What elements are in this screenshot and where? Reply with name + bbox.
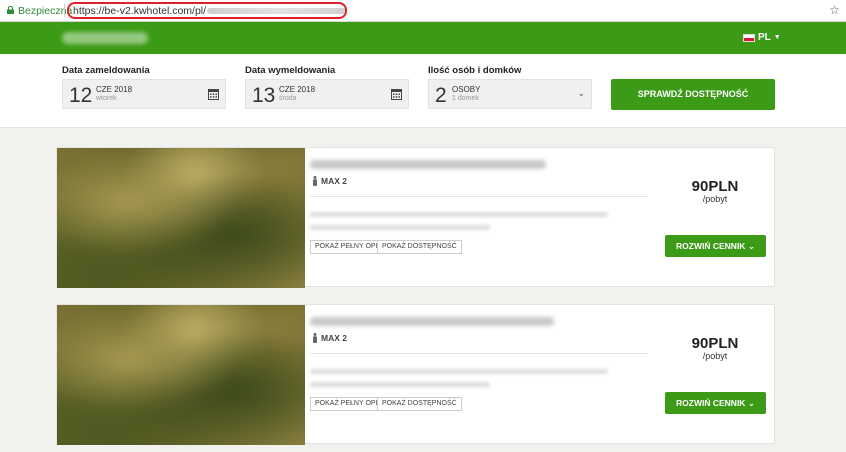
guests-count: 2 bbox=[435, 84, 447, 107]
room-price: 90PLN bbox=[691, 178, 739, 195]
max-guests-label: MAX 2 bbox=[321, 333, 347, 343]
chevron-down-icon: ⌄ bbox=[747, 241, 755, 251]
room-photo[interactable] bbox=[57, 148, 305, 288]
divider bbox=[310, 353, 648, 354]
person-icon bbox=[313, 333, 317, 343]
room-description-line bbox=[310, 225, 490, 230]
room-title[interactable] bbox=[310, 317, 554, 326]
checkin-weekday: wtorek bbox=[96, 95, 117, 102]
checkin-label: Data zameldowania bbox=[62, 65, 150, 76]
price-unit: /pobyt bbox=[702, 194, 728, 204]
person-icon bbox=[313, 176, 317, 186]
search-panel: Data zameldowania 12 CZE 2018 wtorek Dat… bbox=[0, 54, 846, 128]
show-full-description-button[interactable]: POKAŻ PEŁNY OPIS bbox=[310, 397, 388, 411]
room-card: MAX 2 POKAŻ PEŁNY OPIS POKAŻ DOSTĘPNOŚĆ … bbox=[56, 304, 775, 445]
guests-unit: OSOBY bbox=[452, 85, 481, 94]
check-availability-button[interactable]: SPRAWDŹ DOSTĘPNOŚĆ bbox=[611, 79, 775, 110]
room-description-line bbox=[310, 212, 608, 217]
calendar-icon bbox=[208, 89, 219, 100]
browser-address-bar: Bezpieczna https://be-v2.kwhotel.com/pl/… bbox=[0, 0, 846, 22]
show-availability-button[interactable]: POKAŻ DOSTĘPNOŚĆ bbox=[377, 240, 462, 254]
checkin-day: 12 bbox=[69, 84, 93, 107]
guests-label: Ilość osób i domków bbox=[428, 65, 522, 76]
checkin-month: CZE 2018 bbox=[96, 85, 133, 94]
language-label: PL bbox=[758, 32, 771, 43]
chevron-down-icon: ⌄ bbox=[577, 88, 585, 98]
top-navigation: PL ▼ bbox=[0, 22, 846, 54]
room-description-line bbox=[310, 369, 608, 374]
guests-select[interactable]: 2 OSOBY 1 domek ⌄ bbox=[428, 79, 592, 109]
lock-icon bbox=[7, 6, 14, 14]
checkout-date-field[interactable]: 13 CZE 2018 środa bbox=[245, 79, 409, 109]
divider bbox=[64, 4, 65, 17]
checkout-label: Data wymeldowania bbox=[245, 65, 336, 76]
room-title[interactable] bbox=[310, 160, 546, 169]
expand-pricelist-button[interactable]: ROZWIŃ CENNIK ⌄ bbox=[665, 392, 766, 414]
url-prefix: https://be-v2.kwhotel.com/pl/ bbox=[73, 5, 207, 17]
caret-down-icon: ▼ bbox=[773, 34, 781, 41]
max-guests: MAX 2 bbox=[312, 333, 347, 343]
expand-pricelist-button[interactable]: ROZWIŃ CENNIK ⌄ bbox=[665, 235, 766, 257]
bookmark-star-icon[interactable]: ☆ bbox=[829, 3, 840, 17]
logo[interactable] bbox=[62, 32, 148, 44]
max-guests: MAX 2 bbox=[312, 176, 347, 186]
chevron-down-icon: ⌄ bbox=[747, 398, 755, 408]
poland-flag-icon bbox=[743, 33, 755, 42]
room-description-line bbox=[310, 382, 490, 387]
checkout-month: CZE 2018 bbox=[279, 85, 316, 94]
language-selector[interactable]: PL ▼ bbox=[743, 32, 781, 43]
price-unit: /pobyt bbox=[702, 351, 728, 361]
checkin-date-field[interactable]: 12 CZE 2018 wtorek bbox=[62, 79, 226, 109]
show-full-description-button[interactable]: POKAŻ PEŁNY OPIS bbox=[310, 240, 388, 254]
url-input[interactable]: https://be-v2.kwhotel.com/pl//0 bbox=[67, 2, 347, 19]
expand-pricelist-label: ROZWIŃ CENNIK bbox=[676, 241, 746, 251]
checkout-day: 13 bbox=[252, 84, 276, 107]
guests-houses: 1 domek bbox=[452, 95, 479, 102]
room-price: 90PLN bbox=[691, 335, 739, 352]
calendar-icon bbox=[391, 89, 402, 100]
max-guests-label: MAX 2 bbox=[321, 176, 347, 186]
divider bbox=[310, 196, 648, 197]
expand-pricelist-label: ROZWIŃ CENNIK bbox=[676, 398, 746, 408]
url-redacted bbox=[207, 8, 345, 15]
room-card: MAX 2 POKAŻ PEŁNY OPIS POKAŻ DOSTĘPNOŚĆ … bbox=[56, 147, 775, 288]
checkout-weekday: środa bbox=[279, 95, 297, 102]
show-availability-button[interactable]: POKAŻ DOSTĘPNOŚĆ bbox=[377, 397, 462, 411]
room-photo[interactable] bbox=[57, 305, 305, 445]
